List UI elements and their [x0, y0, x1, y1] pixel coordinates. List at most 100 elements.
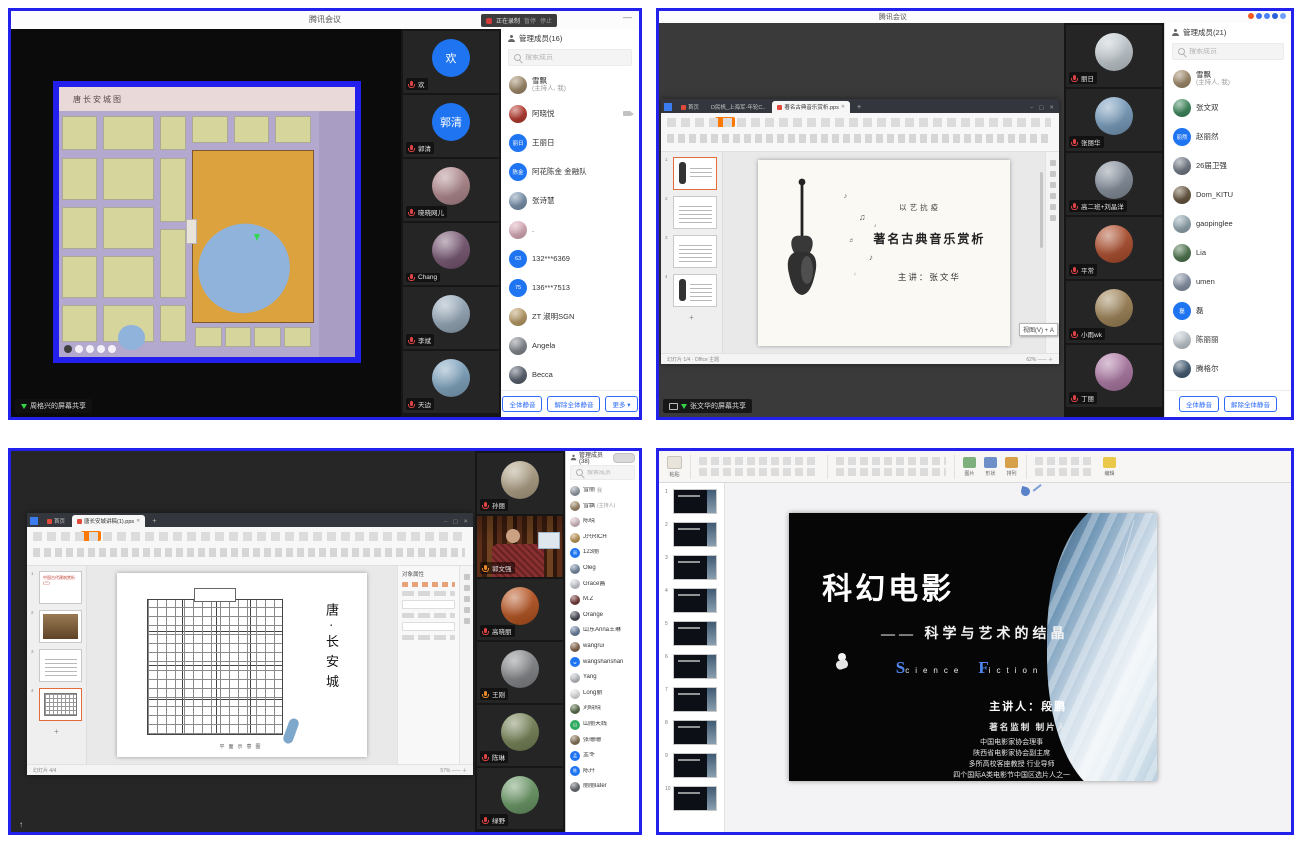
pause-recording-button[interactable]: 暂停: [524, 16, 536, 25]
video-tile[interactable]: 丽日: [1066, 25, 1162, 87]
side-tool-icon[interactable]: [1050, 215, 1056, 221]
member-row[interactable]: 雪丽 我: [566, 483, 639, 499]
member-row[interactable]: w wangshanshan: [566, 655, 639, 671]
document-tab[interactable]: 首页 ✕: [676, 101, 704, 113]
video-tile[interactable]: 王刚: [477, 642, 563, 703]
window-controls[interactable]: – ▢ ✕: [1030, 105, 1056, 113]
video-tile[interactable]: 天边: [403, 351, 499, 413]
slide-thumbnail[interactable]: [39, 610, 82, 643]
document-tab[interactable]: D民帆_上海军·年轮C.. ✕: [706, 101, 770, 113]
member-row[interactable]: 张珊珊: [566, 733, 639, 749]
video-tile[interactable]: 晓晓网儿: [403, 159, 499, 221]
document-tab[interactable]: + ✕: [852, 102, 866, 113]
side-tool-icon[interactable]: [464, 596, 470, 602]
ribbon-buttons-row[interactable]: [667, 118, 1051, 127]
panel-footer-button[interactable]: 全体静音: [502, 396, 542, 412]
slide-thumbnail[interactable]: 中国古代建筑赏析(三): [39, 571, 82, 604]
tool-icon[interactable]: [97, 345, 105, 353]
member-row[interactable]: 雪飘 (主持人, 我): [1165, 64, 1291, 93]
panel-footer-button[interactable]: 更多 ▾: [605, 396, 637, 412]
member-row[interactable]: 丽 123丽: [566, 545, 639, 561]
member-row[interactable]: 陈丽丽: [1165, 325, 1291, 354]
member-row[interactable]: 张诗慧: [501, 186, 639, 215]
video-tile[interactable]: 孙丽: [477, 453, 563, 514]
scrollbar[interactable]: [1040, 172, 1043, 248]
document-tab[interactable]: 唐长安城讲稿(1).pps ✕: [72, 515, 145, 527]
tool-icon[interactable]: [86, 345, 94, 353]
member-row[interactable]: 陈金 阿花陈金 金融队: [501, 157, 639, 186]
close-tab-icon[interactable]: ✕: [841, 104, 845, 110]
member-row[interactable]: 63 132***6369: [501, 244, 639, 273]
member-row[interactable]: 雪飘 (主持人): [566, 499, 639, 515]
member-row[interactable]: M.Z: [566, 592, 639, 608]
slide-thumbnail[interactable]: [673, 654, 717, 679]
video-tile[interactable]: 郭文强: [477, 516, 563, 577]
font-controls-placeholder[interactable]: [699, 457, 819, 465]
member-row[interactable]: 陈晓: [566, 514, 639, 530]
property-row[interactable]: [402, 613, 455, 618]
member-row[interactable]: 山 山丽天线: [566, 717, 639, 733]
member-row[interactable]: 雪飘 (主持人, 我): [501, 70, 639, 99]
arrange-group[interactable]: 排列: [1005, 457, 1018, 477]
member-row[interactable]: Yang: [566, 670, 639, 686]
tool-icon[interactable]: [64, 345, 72, 353]
drawing-group[interactable]: [1035, 457, 1095, 476]
panel-footer-button[interactable]: 解除全体静音: [547, 396, 600, 412]
status-zoom[interactable]: 62% ─◦─ ＋: [1026, 356, 1053, 363]
editing-group[interactable]: 编辑: [1103, 457, 1116, 477]
property-row[interactable]: [402, 582, 455, 587]
add-slide-button[interactable]: +: [31, 727, 82, 736]
property-input[interactable]: [402, 600, 455, 609]
member-row[interactable]: 26届卫强: [1165, 151, 1291, 180]
search-box[interactable]: [570, 465, 635, 480]
video-tile[interactable]: 欢 欢: [403, 31, 499, 93]
member-row[interactable]: 陈 陈升: [566, 764, 639, 780]
slide-thumbnail[interactable]: [673, 720, 717, 745]
slide-thumbnail[interactable]: [673, 489, 717, 514]
side-tool-icon[interactable]: [464, 585, 470, 591]
window-controls[interactable]: – ▢ ✕: [444, 519, 470, 527]
member-row[interactable]: 磊 磊: [1165, 296, 1291, 325]
minimize-button[interactable]: —: [623, 12, 632, 22]
slide-thumbnail[interactable]: [673, 235, 717, 268]
video-tile[interactable]: Chang: [403, 223, 499, 285]
wps-ribbon[interactable]: [27, 527, 473, 566]
member-row[interactable]: 阿晓悦: [501, 99, 639, 128]
search-input[interactable]: [525, 54, 626, 61]
side-tool-icon[interactable]: [1050, 171, 1056, 177]
paragraph-controls-placeholder[interactable]: [836, 457, 946, 465]
side-tool-icon[interactable]: [1050, 160, 1056, 166]
tool-icon[interactable]: [108, 345, 116, 353]
member-row[interactable]: 腾格尔: [1165, 354, 1291, 383]
slide-thumbnail[interactable]: [673, 687, 717, 712]
panel-footer-button[interactable]: 全体静音: [1179, 396, 1219, 412]
member-row[interactable]: J兴RICH: [566, 530, 639, 546]
member-row[interactable]: 丽然 赵丽然: [1165, 122, 1291, 151]
ribbon-buttons-row[interactable]: [33, 548, 465, 557]
slide-thumbnail[interactable]: [673, 621, 717, 646]
panel-footer-button[interactable]: 解除全体静音: [1224, 396, 1277, 412]
slide-thumbnail[interactable]: [673, 588, 717, 613]
member-row[interactable]: gaopinglee: [1165, 209, 1291, 238]
side-tool-icon[interactable]: [1050, 193, 1056, 199]
member-row[interactable]: Long丽: [566, 686, 639, 702]
stop-recording-button[interactable]: 停止: [540, 16, 552, 25]
member-row[interactable]: Orange: [566, 608, 639, 624]
side-tool-icon[interactable]: [464, 607, 470, 613]
side-tool-icon[interactable]: [464, 574, 470, 580]
member-row[interactable]: Becca: [501, 360, 639, 389]
slide-thumbnail[interactable]: [39, 649, 82, 682]
property-row[interactable]: [402, 591, 455, 596]
document-tab[interactable]: + ✕: [147, 516, 161, 527]
member-row[interactable]: 75 136***7513: [501, 273, 639, 302]
member-row[interactable]: Grace酱: [566, 577, 639, 593]
recording-toast[interactable]: 正在录制 暂停 停止: [481, 14, 557, 27]
video-tile[interactable]: 李斌: [403, 287, 499, 349]
member-row[interactable]: 刘晓晓: [566, 701, 639, 717]
video-tile[interactable]: 绿野: [477, 768, 563, 829]
member-row[interactable]: Lia: [1165, 238, 1291, 267]
member-row[interactable]: Angela: [501, 331, 639, 360]
drawing-controls-placeholder[interactable]: [1035, 457, 1095, 465]
paragraph-controls-placeholder[interactable]: [836, 468, 946, 476]
member-row[interactable]: ZT 淑明SGN: [501, 302, 639, 331]
